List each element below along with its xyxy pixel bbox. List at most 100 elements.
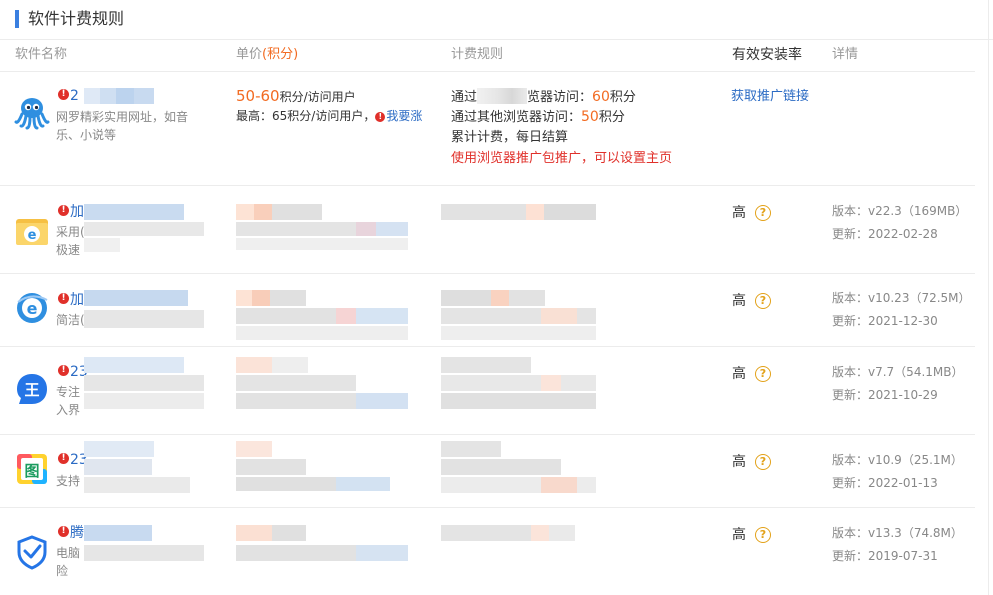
redacted-block bbox=[236, 357, 408, 409]
redacted-block bbox=[441, 290, 596, 340]
redacted-block bbox=[441, 441, 596, 493]
redacted-block bbox=[236, 441, 390, 491]
app-description: 支持 bbox=[56, 472, 80, 490]
panel-header: 软件计费规则 bbox=[0, 0, 993, 40]
error-badge-icon: ! bbox=[375, 112, 386, 122]
octopus-icon bbox=[14, 94, 50, 130]
help-icon[interactable]: ? bbox=[755, 527, 771, 543]
redacted-block bbox=[84, 204, 204, 252]
svg-text:图: 图 bbox=[24, 462, 39, 480]
rule-unit: 积分 bbox=[609, 90, 636, 105]
table-row: e ! 加 简洁( 高 ? 版本：v10.23（72.5M） 更新：2021-1… bbox=[0, 274, 975, 347]
rule-unit: 积分 bbox=[598, 110, 625, 125]
version-info: 版本：v13.3（74.8M） bbox=[832, 526, 963, 540]
update-date: 更新：2022-01-13 bbox=[832, 476, 938, 490]
install-rate: 高 bbox=[732, 527, 746, 543]
get-promo-link-button[interactable]: 获取推广链接 bbox=[731, 88, 809, 106]
app-name[interactable]: 2 bbox=[70, 87, 79, 105]
app-name[interactable]: 加 bbox=[70, 203, 84, 221]
app-name[interactable]: 腾 bbox=[70, 524, 84, 542]
update-date: 更新：2021-10-29 bbox=[832, 388, 938, 402]
redacted-block bbox=[236, 204, 408, 250]
header-install-rate: 有效安装率 bbox=[732, 47, 802, 63]
table-row: 王 ! 23 专注 入界 高 ? 版本：v7.7（54.1MB） 更新：2021… bbox=[0, 347, 975, 435]
shield-check-icon bbox=[14, 534, 50, 570]
app-description: 专注 入界 bbox=[56, 383, 80, 419]
app-name[interactable]: 加 bbox=[70, 291, 84, 309]
table-header: 软件名称 单价(积分) 计费规则 有效安装率 详情 bbox=[0, 46, 975, 72]
rule-line-4: 使用浏览器推广包推广，可以设置主页 bbox=[451, 151, 673, 166]
app-desc-line: 入界 bbox=[56, 403, 81, 417]
table-row: ! 腾 电脑 险 高 ? 版本：v13.3（74.8M） 更新：2019-07-… bbox=[0, 508, 975, 595]
help-icon[interactable]: ? bbox=[755, 366, 771, 382]
version-info: 版本：v22.3（169MB） bbox=[832, 204, 968, 218]
price-value: 50-60 bbox=[236, 87, 280, 105]
picture-icon: 图 bbox=[14, 451, 50, 487]
app-description: 网罗精彩实用网址，如音 乐、小说等 bbox=[56, 108, 188, 144]
ie-folder-icon: e bbox=[14, 212, 50, 248]
update-date: 更新：2019-07-31 bbox=[832, 549, 938, 563]
version-info: 版本：v10.9（25.1M） bbox=[832, 453, 963, 467]
update-date: 更新：2022-02-28 bbox=[832, 227, 938, 241]
header-detail: 详情 bbox=[832, 47, 859, 62]
wang-icon: 王 bbox=[14, 371, 50, 407]
version-info: 版本：v7.7（54.1MB） bbox=[832, 365, 964, 379]
ie-browser-icon: e bbox=[14, 290, 50, 326]
svg-text:e: e bbox=[27, 299, 38, 318]
redacted-block bbox=[477, 88, 528, 104]
price-unit: 积分/访问用户 bbox=[279, 90, 356, 104]
install-rate: 高 bbox=[732, 293, 746, 309]
error-badge-icon: ! bbox=[58, 365, 69, 376]
rule-text: 通过其他浏览器访问： bbox=[451, 110, 582, 125]
redacted-block bbox=[84, 357, 204, 409]
table-row: 图 ! 23 支持 高 ? 版本：v10.9（25.1M） 更新：2022-01… bbox=[0, 435, 975, 508]
table-row-featured: ! 2 网罗精彩实用网址，如音 乐、小说等 50-60积分/访问用户 最高：65… bbox=[0, 72, 975, 186]
redacted-block bbox=[441, 204, 596, 220]
redacted-block bbox=[84, 441, 190, 493]
rule-line-3: 累计计费，每日结算 bbox=[451, 130, 569, 145]
help-icon[interactable]: ? bbox=[755, 205, 771, 221]
title-accent-bar bbox=[15, 10, 19, 28]
error-badge-icon: ! bbox=[58, 453, 69, 464]
price-max: 最高：65积分/访问用户，! 我要涨 bbox=[236, 107, 422, 125]
app-desc-line: 网罗精彩实用网址，如音 bbox=[56, 110, 189, 124]
rule-prefix: 通过 bbox=[451, 90, 478, 105]
rule-line-2: 通过其他浏览器访问：50积分 bbox=[451, 107, 625, 128]
redacted-block bbox=[84, 88, 184, 104]
error-badge-icon: ! bbox=[58, 89, 69, 100]
panel-border bbox=[988, 0, 989, 595]
app-desc-line: 乐、小说等 bbox=[56, 128, 117, 142]
redacted-block bbox=[236, 525, 408, 561]
error-badge-icon: ! bbox=[58, 293, 69, 304]
redacted-block bbox=[236, 290, 408, 340]
app-description: 简洁( bbox=[56, 311, 85, 329]
price-range: 50-60积分/访问用户 bbox=[236, 86, 356, 107]
header-price: 单价(积分) bbox=[236, 46, 298, 64]
app-desc-line: 采用( bbox=[56, 225, 85, 239]
rule-text: 览器访问： bbox=[527, 90, 593, 105]
svg-text:王: 王 bbox=[24, 381, 39, 399]
header-price-label: 单价 bbox=[236, 47, 263, 62]
install-rate: 高 bbox=[732, 205, 746, 221]
install-rate: 高 bbox=[732, 454, 746, 470]
app-desc-line: 专注 bbox=[56, 385, 81, 399]
install-rate: 高 bbox=[732, 366, 746, 382]
app-description: 电脑 险 bbox=[56, 544, 80, 580]
raise-price-link[interactable]: 我要涨 bbox=[386, 109, 422, 123]
svg-text:e: e bbox=[28, 228, 37, 243]
help-icon[interactable]: ? bbox=[755, 454, 771, 470]
app-description: 采用( 极速 bbox=[56, 223, 85, 259]
app-desc-line: 险 bbox=[56, 564, 69, 578]
app-desc-line: 简洁( bbox=[56, 313, 85, 327]
error-badge-icon: ! bbox=[58, 205, 69, 216]
update-date: 更新：2021-12-30 bbox=[832, 314, 938, 328]
rule-points: 50 bbox=[581, 109, 599, 125]
table-row: e ! 加 采用( 极速 高 ? 版本：v22.3（169MB） 更新：2022… bbox=[0, 186, 975, 274]
header-software-name: 软件名称 bbox=[15, 47, 68, 62]
redacted-block bbox=[441, 357, 596, 409]
app-desc-line: 电脑 bbox=[56, 546, 81, 560]
help-icon[interactable]: ? bbox=[755, 293, 771, 309]
price-max-text: 最高：65积分/访问用户， bbox=[236, 109, 376, 123]
panel-title: 软件计费规则 bbox=[28, 9, 125, 28]
app-desc-line: 支持 bbox=[56, 474, 81, 488]
